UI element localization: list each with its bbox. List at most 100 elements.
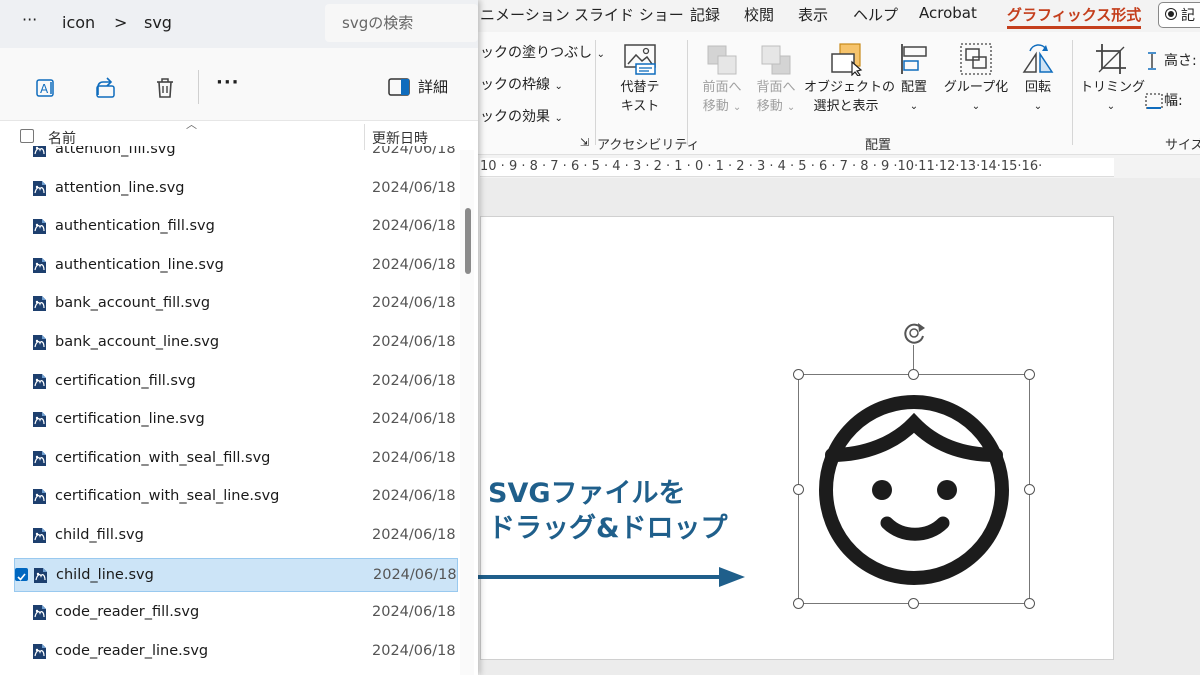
svg-file-icon [31,180,48,197]
file-name: certification_with_seal_line.svg [55,488,280,505]
resize-handle-right[interactable] [1024,484,1035,495]
file-row[interactable]: certification_fill.svg 2024/06/18 [14,365,458,399]
file-name: attention_line.svg [55,179,185,196]
tab-view[interactable]: 表示 [798,4,828,25]
resize-handle-bottom[interactable] [908,598,919,609]
resize-handle-bottom-left[interactable] [793,598,804,609]
breadcrumb-chevron-icon[interactable]: > [114,13,127,32]
svg-file-icon [31,488,48,505]
graphics-outline-dropdown[interactable]: ックの枠線 ⌄ [480,74,563,94]
svg-file-icon [31,450,48,467]
crop-button[interactable]: トリミング ⌄ [1080,42,1145,116]
column-date-modified[interactable]: 更新日時 [372,128,428,148]
ribbon-separator [595,40,596,145]
share-icon[interactable] [94,76,118,100]
file-row[interactable]: attention_line.svg 2024/06/18 [14,172,458,206]
selection-pane-icon [831,43,863,76]
drag-drop-caption: SVGファイルを ドラッグ&ドロップ [488,476,728,546]
width-icon [1145,93,1163,109]
file-date: 2024/06/18 [372,527,456,543]
send-backward-button[interactable]: 背面へ 移動 ⌄ [750,42,802,117]
group-icon [960,43,992,75]
file-name: certification_line.svg [55,411,205,428]
file-row[interactable]: authentication_line.svg 2024/06/18 [14,249,458,283]
rename-icon[interactable]: A [34,76,58,100]
breadcrumb-icon-folder[interactable]: icon [62,13,95,32]
group-button[interactable]: グループ化 ⌄ [940,42,1012,116]
selection-pane-button[interactable]: オブジェクトの 選択と表示 [804,42,896,116]
rotate-handle-icon[interactable] [900,319,928,347]
file-row[interactable]: certification_with_seal_fill.svg 2024/06/… [14,442,458,476]
size-group-label: サイズ [1165,138,1200,153]
file-name: bank_account_line.svg [55,334,220,350]
file-row[interactable]: code_reader_fill.svg 2024/06/18 [14,596,458,630]
file-row[interactable]: bank_account_line.svg 2024/06/18 [14,326,458,360]
tab-graphics-format[interactable]: グラフィックス形式 [1007,4,1142,29]
tab-review[interactable]: 校閲 [744,4,774,25]
file-row[interactable]: bank_account_fill.svg 2024/06/18 [14,287,458,321]
rotate-icon [1022,44,1054,73]
sort-chevron-icon: ︿ [186,118,197,131]
file-row[interactable]: certification_with_seal_line.svg 2024/06/… [14,480,458,514]
width-field[interactable]: 幅: [1144,90,1183,111]
bring-forward-button[interactable]: 前面へ 移動 ⌄ [696,42,748,117]
svg-file-icon [31,146,48,158]
resize-handle-bottom-right[interactable] [1024,598,1035,609]
svg-file-icon [31,527,48,544]
file-name: bank_account_fill.svg [55,295,211,312]
tab-help[interactable]: ヘルプ [853,4,898,25]
graphics-fill-dropdown[interactable]: ックの塗りつぶし ⌄ [480,42,605,62]
delete-icon[interactable] [153,76,177,100]
file-name: certification_fill.svg [55,372,196,389]
file-date: 2024/06/18 [372,179,456,196]
alt-text-label-1: 代替テ [620,80,660,95]
scrollbar-thumb[interactable] [465,208,471,274]
file-date: 2024/06/18 [372,256,456,273]
tab-animations[interactable]: ニメーション [480,4,570,25]
toolbar-more-button[interactable]: ··· [216,72,240,93]
column-name[interactable]: 名前 [48,128,76,148]
send-backward-icon [761,45,791,75]
resize-handle-left[interactable] [793,484,804,495]
select-all-checkbox[interactable] [20,129,34,143]
explorer-toolbar: A ··· 詳細 [0,48,478,121]
row-checkbox-checked[interactable] [15,567,28,581]
file-row[interactable]: code_reader_line.svg 2024/06/18 [14,635,458,669]
graphics-effects-dropdown[interactable]: ックの効果 ⌄ [480,106,563,126]
file-row[interactable]: attention_fill.svg 2024/06/18 [14,146,458,167]
height-field[interactable]: 高さ: [1144,50,1197,71]
chevron-down-icon: ⌄ [1106,101,1116,112]
svg-file-icon [31,218,48,235]
record-button-label: 記 [1181,8,1195,24]
record-button[interactable]: 記 [1158,2,1200,28]
group-label: グループ化 [943,80,1009,95]
file-row[interactable]: child_line.svg 2024/06/18 [14,557,458,592]
resize-handle-top[interactable] [908,369,919,380]
file-row[interactable]: certification_line.svg 2024/06/18 [14,403,458,437]
tab-acrobat[interactable]: Acrobat [919,4,977,22]
align-button[interactable]: 配置 ⌄ [890,42,938,116]
more-locations-button[interactable]: ··· [22,10,37,29]
file-row[interactable]: authentication_fill.svg 2024/06/18 [14,210,458,244]
resize-handle-top-right[interactable] [1024,369,1035,380]
breadcrumb-svg-folder[interactable]: svg [144,13,172,32]
crop-icon [1096,44,1126,74]
alt-text-label-2: キスト [620,99,660,114]
file-row[interactable]: child_fill.svg 2024/06/18 [14,519,458,553]
align-label: 配置 [900,80,927,95]
search-box[interactable] [325,4,478,42]
tab-slideshow[interactable]: スライド ショー [574,4,684,25]
tab-record[interactable]: 記録 [690,4,720,25]
alt-text-button[interactable]: 代替テ キスト [610,42,670,116]
resize-handle-top-left[interactable] [793,369,804,380]
bring-forward-label-2: 移動 ⌄ [702,99,742,114]
search-input[interactable] [340,13,474,33]
selection-pane-label-1: オブジェクトの [804,80,896,95]
alt-text-icon [624,44,656,75]
file-name: authentication_line.svg [55,256,224,273]
rotate-button[interactable]: 回転 ⌄ [1014,42,1062,116]
styles-dialog-launcher-icon[interactable]: ⇲ [580,136,589,149]
arrange-group-label: 配置 [865,138,892,153]
file-date: 2024/06/18 [372,449,456,466]
align-icon [901,44,927,74]
